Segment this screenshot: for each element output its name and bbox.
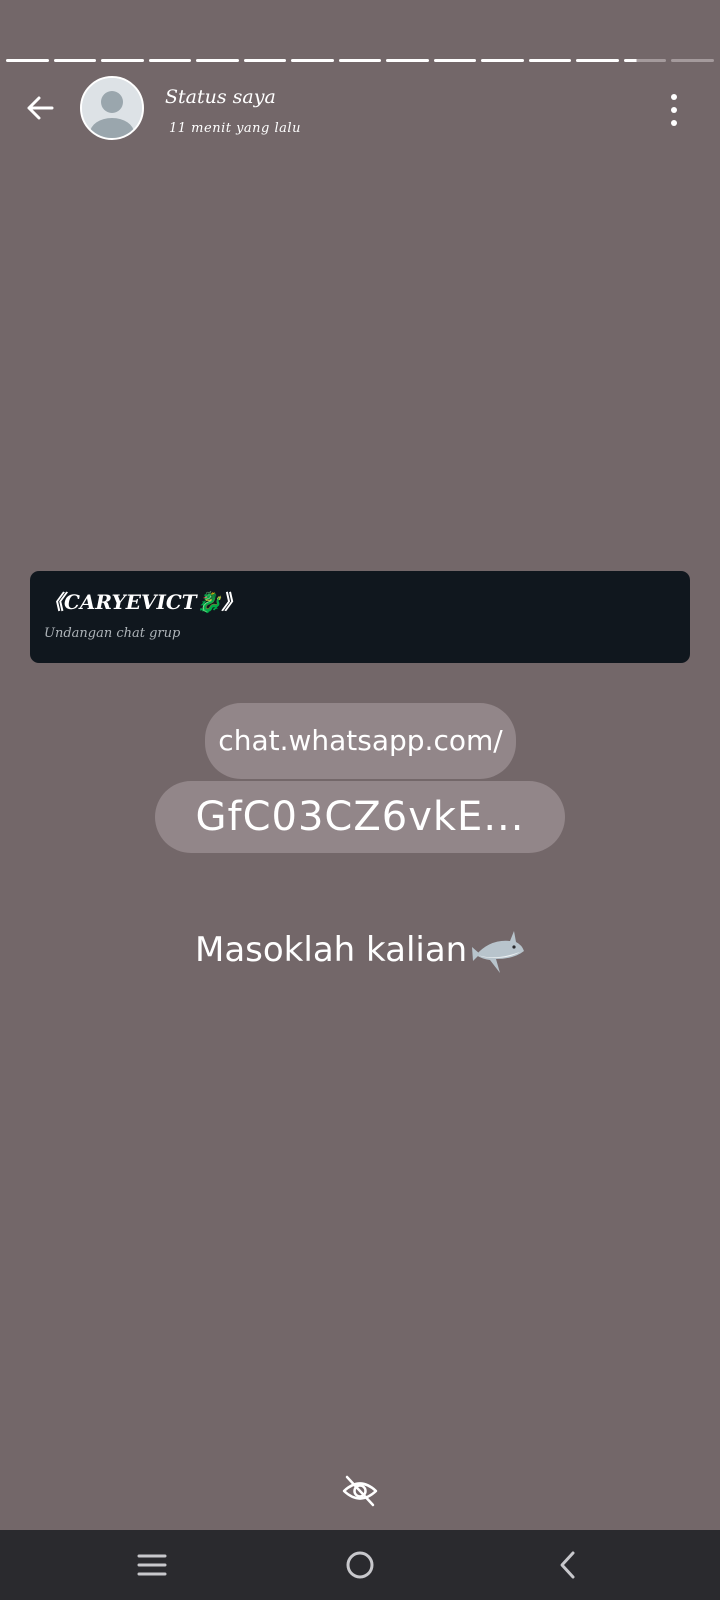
progress-segment (481, 59, 524, 62)
nav-back-button[interactable] (550, 1547, 586, 1583)
progress-segment (576, 59, 619, 62)
progress-segment (101, 59, 144, 62)
nav-back-icon (560, 1551, 575, 1579)
status-caption: Masoklah kalian (195, 930, 468, 970)
status-progress-bar (6, 59, 714, 62)
progress-segment (53, 59, 97, 62)
progress-segment (386, 59, 429, 62)
progress-segment-current (623, 59, 667, 62)
nav-recents-button[interactable] (134, 1547, 170, 1583)
group-invite-card[interactable]: 《CARYEVICT🐉》 Undangan chat grup (30, 571, 690, 663)
eye-off-icon[interactable] (341, 1472, 379, 1510)
recents-icon (137, 1554, 167, 1576)
invite-link-line-2[interactable]: GfC03CZ6vkE... (155, 781, 565, 853)
home-icon (346, 1551, 374, 1579)
progress-segment (148, 59, 192, 62)
progress-segment (291, 59, 334, 62)
progress-segment (671, 59, 714, 62)
system-navigation-bar (0, 1530, 720, 1600)
progress-segment (196, 59, 239, 62)
arrow-left-icon (27, 96, 54, 120)
more-options-button[interactable] (666, 94, 682, 126)
status-title: Status saya (165, 86, 276, 108)
shark-emoji-icon (472, 931, 524, 973)
progress-segment (338, 59, 382, 62)
progress-segment (6, 59, 49, 62)
more-vertical-icon (671, 94, 677, 100)
invite-group-name: 《CARYEVICT🐉》 (44, 590, 242, 614)
progress-segment (433, 59, 477, 62)
default-avatar-icon (82, 78, 142, 138)
progress-segment (243, 59, 287, 62)
nav-home-button[interactable] (342, 1547, 378, 1583)
progress-segment (528, 59, 572, 62)
avatar[interactable] (80, 76, 144, 140)
invite-link-line-1[interactable]: chat.whatsapp.com/ (205, 703, 516, 779)
status-timestamp: 11 menit yang lalu (169, 121, 301, 136)
invite-subtitle: Undangan chat grup (44, 626, 181, 641)
back-button[interactable] (20, 88, 60, 128)
